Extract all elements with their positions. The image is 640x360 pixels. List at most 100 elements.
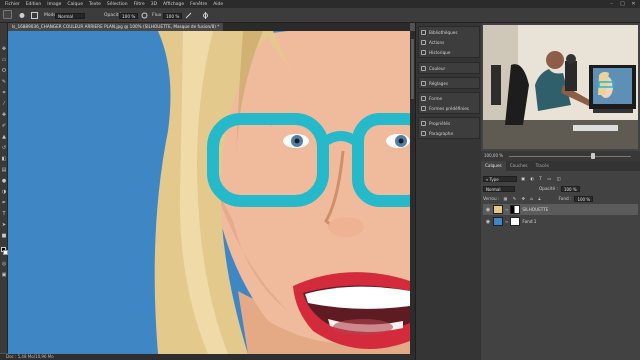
adjustments-icon bbox=[421, 80, 426, 86]
layer-name[interactable]: Fond 1 bbox=[522, 219, 536, 224]
libraries-icon bbox=[421, 29, 426, 35]
stamp-tool-icon[interactable]: ▲ bbox=[1, 134, 7, 140]
menu-select[interactable]: Sélection bbox=[104, 2, 131, 7]
pen-tool-icon[interactable]: ✒ bbox=[1, 200, 7, 206]
maximize-button[interactable]: □ bbox=[617, 0, 628, 8]
layer-thumbnail bbox=[493, 217, 503, 226]
layer-name[interactable]: SILHOUETTE bbox=[522, 207, 548, 212]
close-window-button[interactable]: ✕ bbox=[628, 0, 639, 8]
panel-libraries[interactable]: Bibliothèques bbox=[419, 27, 479, 37]
scroll-thumb[interactable] bbox=[411, 39, 414, 99]
zoom-value[interactable]: 100,00 % bbox=[484, 153, 503, 158]
menu-type[interactable]: Texte bbox=[86, 2, 104, 7]
navigator-preview[interactable] bbox=[483, 25, 638, 149]
menu-file[interactable]: Fichier bbox=[2, 2, 23, 7]
panel-dock: Bibliothèques Actions Historique Couleur… bbox=[415, 23, 481, 360]
layer-mask-thumbnail[interactable] bbox=[510, 217, 521, 226]
flow-field[interactable]: 100 % bbox=[163, 12, 183, 19]
zoom-slider-thumb[interactable] bbox=[591, 153, 595, 159]
zoom-slider-track[interactable] bbox=[509, 156, 631, 157]
panel-properties[interactable]: Propriétés bbox=[419, 118, 479, 128]
panel-label: Bibliothèques bbox=[429, 29, 458, 35]
menu-help[interactable]: Aide bbox=[210, 2, 226, 7]
crop-tool-icon[interactable]: ⌗ bbox=[1, 90, 7, 96]
layer-row-fond[interactable]: ◉ ∞ Fond 1 bbox=[483, 216, 638, 227]
panel-shape[interactable]: Forme bbox=[419, 93, 479, 103]
eraser-tool-icon[interactable]: ◧ bbox=[1, 156, 7, 162]
dodge-tool-icon[interactable]: ◑ bbox=[1, 189, 7, 195]
lock-icons[interactable]: ▦ ✎ ✥ ⌂ 🔒︎ bbox=[503, 196, 542, 201]
move-tool-icon[interactable]: ✥ bbox=[1, 46, 7, 52]
brush-size-icon[interactable] bbox=[18, 12, 27, 19]
tools-panel: ✥ ▭ ʘ ✎ ⌗ ⁄ ✚ ✐ ▲ ↺ ◧ ▤ ● ◑ ✒ T ➤ ■ ◎ ▣ bbox=[0, 23, 8, 353]
eyedropper-tool-icon[interactable]: ⁄ bbox=[1, 101, 7, 107]
visibility-eye-icon[interactable]: ◉ bbox=[485, 207, 491, 213]
menu-filter[interactable]: Filtre bbox=[131, 2, 148, 7]
brush-preset-picker[interactable] bbox=[3, 10, 12, 19]
gradient-tool-icon[interactable]: ▤ bbox=[1, 167, 7, 173]
menu-view[interactable]: Affichage bbox=[160, 2, 187, 7]
marquee-tool-icon[interactable]: ▭ bbox=[1, 57, 7, 63]
blend-mode-select[interactable]: Normal bbox=[483, 185, 515, 192]
panel-paragraph[interactable]: Paragraphe bbox=[419, 128, 479, 138]
layer-mask-thumbnail[interactable] bbox=[510, 205, 521, 214]
color-icon bbox=[421, 65, 426, 71]
mode-select[interactable]: Normal bbox=[55, 12, 85, 19]
airbrush-icon[interactable] bbox=[185, 12, 192, 19]
navigator-bar: 100,00 % bbox=[481, 151, 640, 161]
panel-label: Couleur bbox=[429, 65, 446, 71]
options-bar: Mode : Normal Opacité : 100 % Flux : 100… bbox=[0, 8, 640, 23]
panel-label: Formes prédéfinies bbox=[429, 105, 469, 111]
panel-label: Propriétés bbox=[429, 120, 451, 126]
lasso-tool-icon[interactable]: ʘ bbox=[1, 68, 7, 74]
brush-panel-icon[interactable] bbox=[31, 12, 38, 19]
menu-image[interactable]: Image bbox=[44, 2, 64, 7]
filter-value: Type bbox=[489, 176, 499, 182]
brush-tool-icon[interactable]: ✐ bbox=[1, 123, 7, 129]
menu-window[interactable]: Fenêtre bbox=[187, 2, 210, 7]
tab-paths[interactable]: Tracés bbox=[532, 161, 553, 171]
menu-layer[interactable]: Calque bbox=[64, 2, 86, 7]
layers-panel-tabs: Calques Couches Tracés bbox=[481, 161, 640, 171]
pressure-size-icon[interactable] bbox=[202, 12, 209, 19]
panel-label: Actions bbox=[429, 39, 445, 45]
layer-filter-select[interactable]: ⌕ Type bbox=[483, 175, 517, 182]
panel-history[interactable]: Historique bbox=[419, 47, 479, 57]
tab-layers[interactable]: Calques bbox=[481, 161, 506, 171]
link-icon[interactable]: ∞ bbox=[505, 219, 508, 224]
tab-channels[interactable]: Couches bbox=[506, 161, 532, 171]
filter-icons[interactable]: ▣ ◐ T ▭ ◫ bbox=[521, 176, 562, 181]
lock-label: Verrou : bbox=[483, 196, 500, 201]
canvas[interactable] bbox=[8, 31, 410, 354]
panel-label: Historique bbox=[429, 49, 451, 55]
shape-tool-icon[interactable]: ■ bbox=[1, 233, 7, 239]
document-tab[interactable]: ls_16889036_CHANGER COULEUR ARRIERE PLAN… bbox=[8, 23, 224, 31]
opacity-field[interactable]: 100 % bbox=[119, 12, 139, 19]
pressure-opacity-icon[interactable] bbox=[141, 12, 148, 19]
type-tool-icon[interactable]: T bbox=[1, 211, 7, 217]
menu-3d[interactable]: 3D bbox=[148, 2, 160, 7]
document-tab-bar: ls_16889036_CHANGER COULEUR ARRIERE PLAN… bbox=[8, 23, 410, 31]
layer-opacity-field[interactable]: 100 % bbox=[560, 185, 580, 192]
healing-tool-icon[interactable]: ✚ bbox=[1, 112, 7, 118]
webcam-photo bbox=[483, 25, 638, 149]
layer-thumbnail bbox=[493, 205, 503, 214]
layer-row-silhouette[interactable]: ◉ ∞ SILHOUETTE bbox=[483, 204, 638, 215]
blur-tool-icon[interactable]: ● bbox=[1, 178, 7, 184]
fill-field[interactable]: 100 % bbox=[574, 195, 594, 202]
panel-actions[interactable]: Actions bbox=[419, 37, 479, 47]
link-icon[interactable]: ∞ bbox=[505, 207, 508, 212]
panel-adjustments[interactable]: Réglages bbox=[419, 78, 479, 88]
panel-preset-shapes[interactable]: Formes prédéfinies bbox=[419, 103, 479, 113]
panel-color[interactable]: Couleur bbox=[419, 63, 479, 73]
path-select-tool-icon[interactable]: ➤ bbox=[1, 222, 7, 228]
quick-mask-icon[interactable]: ◎ bbox=[1, 261, 7, 267]
history-brush-tool-icon[interactable]: ↺ bbox=[1, 145, 7, 151]
panel-label: Paragraphe bbox=[429, 130, 454, 136]
quick-select-tool-icon[interactable]: ✎ bbox=[1, 79, 7, 85]
visibility-eye-icon[interactable]: ◉ bbox=[485, 219, 491, 225]
paragraph-icon bbox=[421, 130, 426, 136]
minimize-button[interactable]: – bbox=[606, 0, 617, 8]
screen-mode-icon[interactable]: ▣ bbox=[1, 272, 7, 278]
menu-edit[interactable]: Edition bbox=[23, 2, 45, 7]
